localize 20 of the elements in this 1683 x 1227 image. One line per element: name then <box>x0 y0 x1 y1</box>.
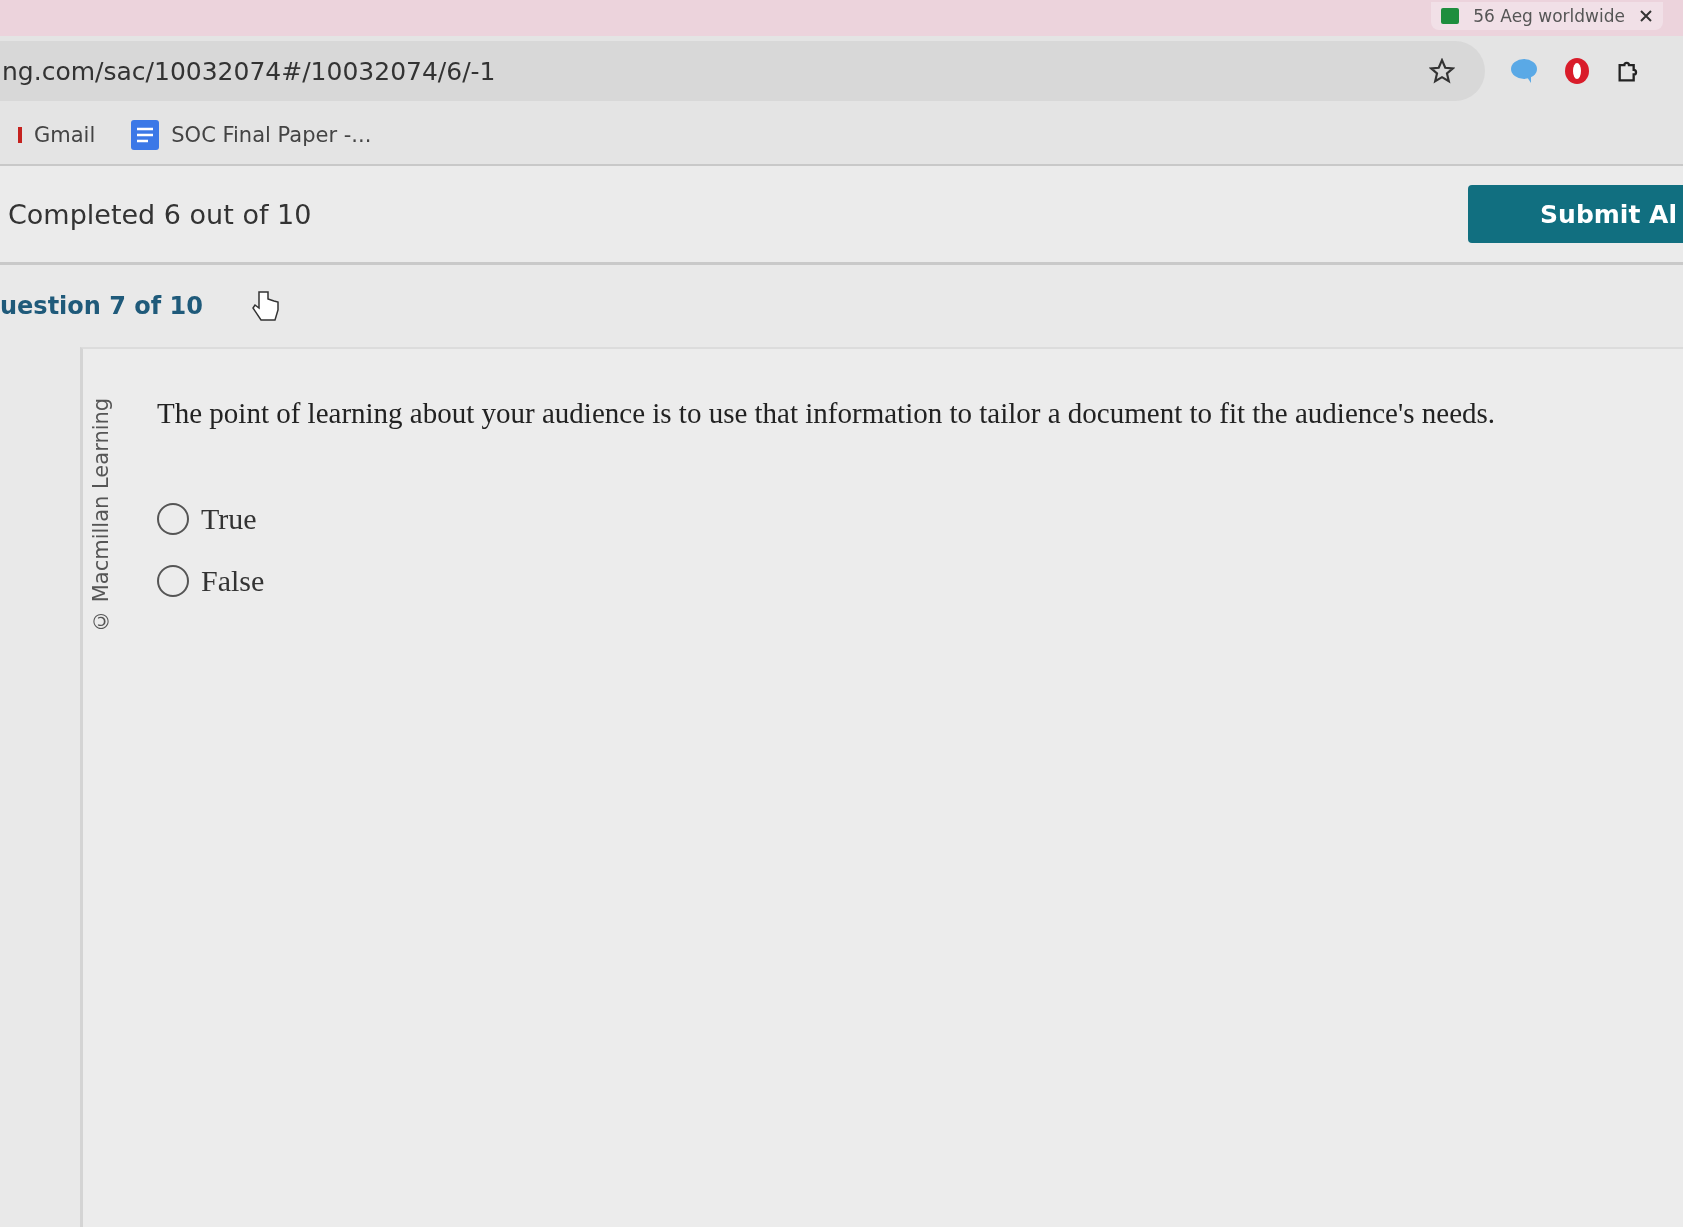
question-number: uestion 7 of 10 <box>0 292 203 320</box>
star-icon[interactable] <box>1429 58 1455 84</box>
bookmark-link[interactable]: SOC Final Paper -... <box>131 120 372 150</box>
question-text: The point of learning about your audience is to use that information to tailor a document to fit the audience's needs. <box>157 397 1496 430</box>
sheet-icon <box>1441 8 1460 24</box>
hand-cursor-icon <box>251 290 281 322</box>
progress-text: Completed 6 out of 10 <box>8 198 312 230</box>
url-text: ng.com/sac/10032074#/10032074/6/-1 <box>2 56 496 86</box>
document-icon <box>131 120 160 150</box>
copyright-text: © Macmillan Learning <box>89 396 113 633</box>
radio-button[interactable] <box>157 565 189 597</box>
close-icon[interactable] <box>1639 9 1653 23</box>
address-bar[interactable]: ng.com/sac/10032074#/10032074/6/-1 <box>0 41 1485 101</box>
answer-option[interactable]: True <box>157 488 1496 550</box>
tab-title: 56 Aeg worldwide <box>1473 6 1625 26</box>
radio-button[interactable] <box>157 503 189 535</box>
submit-button[interactable]: Submit Al <box>1468 185 1683 243</box>
answer-option[interactable]: False <box>157 550 1496 612</box>
browser-tab[interactable]: 56 Aeg worldwide <box>1431 2 1663 30</box>
bookmark-link[interactable]: Gmail <box>18 123 96 147</box>
